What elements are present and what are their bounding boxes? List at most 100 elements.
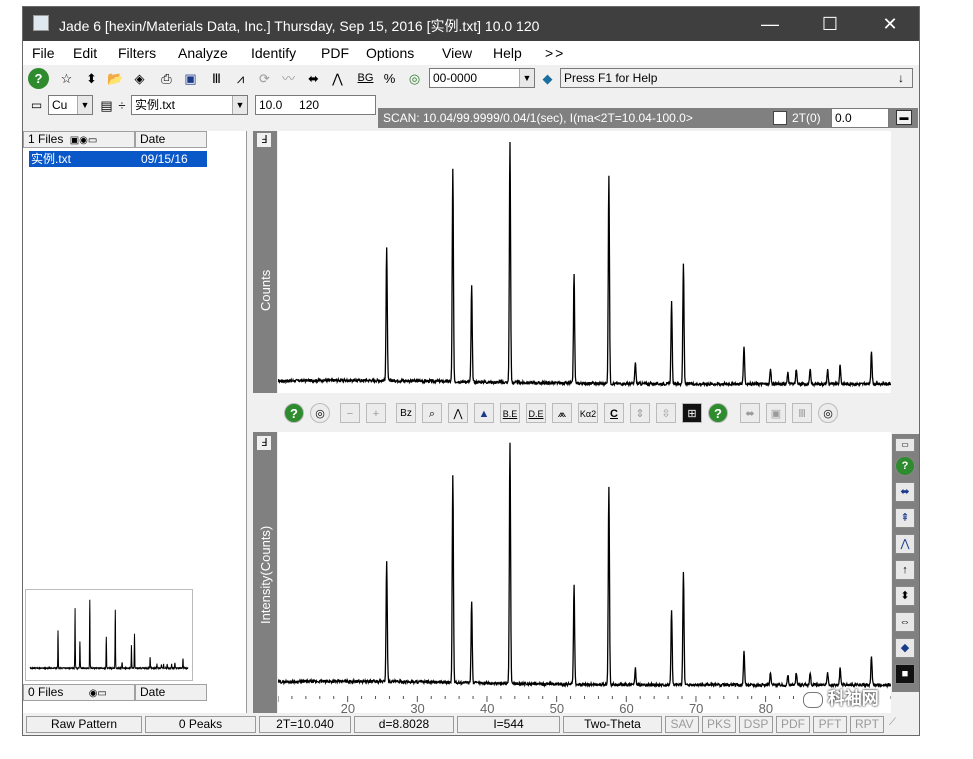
zoom-small-icon[interactable]: ▭: [895, 438, 915, 452]
menu-more[interactable]: >>: [545, 45, 565, 61]
menu-pdf[interactable]: PDF: [321, 45, 349, 61]
help-icon[interactable]: ?: [895, 456, 915, 476]
tab-pdf[interactable]: PDF: [776, 716, 810, 733]
peak-icon[interactable]: ⋀: [327, 68, 348, 89]
help-icon[interactable]: ?: [28, 68, 49, 89]
tab-pft[interactable]: PFT: [813, 716, 847, 733]
up-down-icon[interactable]: ⬍: [81, 68, 102, 89]
arrow-down-icon[interactable]: ↓: [898, 69, 904, 87]
de-button[interactable]: D.E: [526, 403, 546, 423]
bottom-pattern-chart[interactable]: 20 30 40 50 60 70 80: [277, 432, 892, 716]
gutter-button-top[interactable]: Ⅎ: [257, 133, 271, 147]
noise-icon[interactable]: 〰: [278, 68, 299, 89]
anode-combo[interactable]: Cu ▼: [48, 95, 93, 115]
align-icon[interactable]: ⇞: [895, 508, 915, 528]
view-icons[interactable]: ◉▭: [89, 688, 107, 699]
tab-pks[interactable]: PKS: [702, 716, 736, 733]
file-row[interactable]: 实例.txt 09/15/16: [29, 151, 207, 167]
title-bar: Jade 6 [hexin/Materials Data, Inc.] Thur…: [23, 7, 919, 41]
menu-file[interactable]: File: [32, 45, 55, 61]
crystal-icon[interactable]: ◆: [537, 68, 558, 89]
magnifier-icon[interactable]: ⌕: [422, 403, 442, 423]
globe-icon[interactable]: ◎: [404, 68, 425, 89]
bars-gray-icon[interactable]: Ⅲ: [792, 403, 812, 423]
resize-grip-icon[interactable]: ⟋: [889, 717, 913, 732]
peak-fill-icon[interactable]: ▲: [474, 403, 494, 423]
arrow-up-icon[interactable]: ↑: [895, 560, 915, 580]
offset-field[interactable]: 0.0: [831, 108, 889, 128]
menu-identify[interactable]: Identify: [251, 45, 296, 61]
open-folder-icon[interactable]: 📂: [105, 68, 126, 89]
menu-filters[interactable]: Filters: [118, 45, 156, 61]
bar-scale-icon[interactable]: ⇳: [656, 403, 676, 423]
file-combo[interactable]: 实例.txt ▼: [131, 95, 248, 115]
percent-button[interactable]: %: [379, 68, 400, 89]
scale-peak-icon[interactable]: ⇕: [630, 403, 650, 423]
pattern-icon[interactable]: ⩘: [230, 68, 251, 89]
bg-button[interactable]: BG: [355, 68, 376, 89]
peak-up-icon[interactable]: ⋀: [895, 534, 915, 554]
gutter-button-bottom[interactable]: Ⅎ: [257, 436, 271, 450]
x-tick-label: 30: [410, 701, 424, 713]
ka2-button[interactable]: Kα2: [578, 403, 598, 423]
list-icon[interactable]: ▤: [96, 95, 117, 116]
menu-view[interactable]: View: [442, 45, 472, 61]
date-header[interactable]: Date: [135, 131, 207, 148]
minimize-button[interactable]: —: [741, 7, 799, 41]
thumbnail-svg: [29, 599, 189, 671]
tab-rpt[interactable]: RPT: [850, 716, 884, 733]
target-icon[interactable]: ◎: [310, 403, 330, 423]
grid-icon[interactable]: ⊞: [682, 403, 702, 423]
scan-info-bar: SCAN: 10.04/99.9999/0.04/1(sec), I(ma<2T…: [378, 108, 918, 128]
print-icon[interactable]: ⎙: [156, 68, 177, 89]
zoom-pointer-button[interactable]: Bz: [396, 403, 416, 423]
chevron-down-icon[interactable]: ▼: [77, 96, 92, 114]
refresh-icon[interactable]: ⟳: [254, 68, 275, 89]
help-icon[interactable]: ?: [708, 403, 728, 423]
menu-edit[interactable]: Edit: [73, 45, 97, 61]
bottom-files-header[interactable]: 0 Files ◉▭: [23, 684, 135, 701]
menu-help[interactable]: Help: [493, 45, 522, 61]
expand-icon[interactable]: ⬌: [303, 68, 324, 89]
bar-pattern-icon[interactable]: Ⅲ: [206, 68, 227, 89]
plus-icon[interactable]: +: [366, 403, 386, 423]
anode-value: Cu: [52, 98, 68, 112]
save-icon[interactable]: ▣: [180, 68, 201, 89]
help-icon[interactable]: ?: [284, 403, 304, 423]
close-button[interactable]: ✕: [861, 7, 919, 41]
maximize-button[interactable]: ☐: [801, 7, 859, 41]
window-gray-icon[interactable]: ▣: [766, 403, 786, 423]
peak-search-icon[interactable]: ⋀: [448, 403, 468, 423]
folder-icon[interactable]: ▭: [26, 95, 47, 116]
tab-sav[interactable]: SAV: [665, 716, 699, 733]
files-header[interactable]: 1 Files ▣◉▭: [23, 131, 135, 148]
spinner-icon[interactable]: ÷: [116, 95, 128, 116]
menu-analyze[interactable]: Analyze: [178, 45, 228, 61]
minus-icon[interactable]: −: [340, 403, 360, 423]
panel-toggle-icon[interactable]: ▬: [896, 110, 912, 125]
tab-dsp[interactable]: DSP: [739, 716, 773, 733]
pattern-thumbnail[interactable]: [25, 589, 193, 681]
view-icons[interactable]: ▣◉▭: [70, 135, 98, 146]
target-icon[interactable]: ◎: [818, 403, 838, 423]
offset-checkbox[interactable]: [773, 111, 787, 125]
pdf-number-combo[interactable]: 00-0000 ▼: [429, 68, 535, 88]
chevron-down-icon[interactable]: ▼: [519, 69, 534, 87]
range-field[interactable]: 10.0 120: [255, 95, 376, 115]
expand-icon[interactable]: ⬌: [895, 482, 915, 502]
up-down-icon[interactable]: ⬍: [895, 586, 915, 606]
top-pattern-chart[interactable]: [277, 131, 892, 393]
help-hint-bar: Press F1 for Help ↓: [560, 68, 913, 88]
bottom-date-header[interactable]: Date: [135, 684, 207, 701]
favorites-icon[interactable]: ☆: [56, 68, 77, 89]
be-button[interactable]: B.E: [500, 403, 520, 423]
stop-icon[interactable]: ■: [895, 664, 915, 684]
eraser-icon[interactable]: ◈: [129, 68, 150, 89]
left-right-icon[interactable]: ⇔: [895, 612, 915, 632]
expand-gray-icon[interactable]: ⬌: [740, 403, 760, 423]
c-button[interactable]: C: [604, 403, 624, 423]
profile-icon[interactable]: ⩕: [552, 403, 572, 423]
shift-icon[interactable]: ◆: [895, 638, 915, 658]
chevron-down-icon[interactable]: ▼: [232, 96, 247, 114]
menu-options[interactable]: Options: [366, 45, 414, 61]
